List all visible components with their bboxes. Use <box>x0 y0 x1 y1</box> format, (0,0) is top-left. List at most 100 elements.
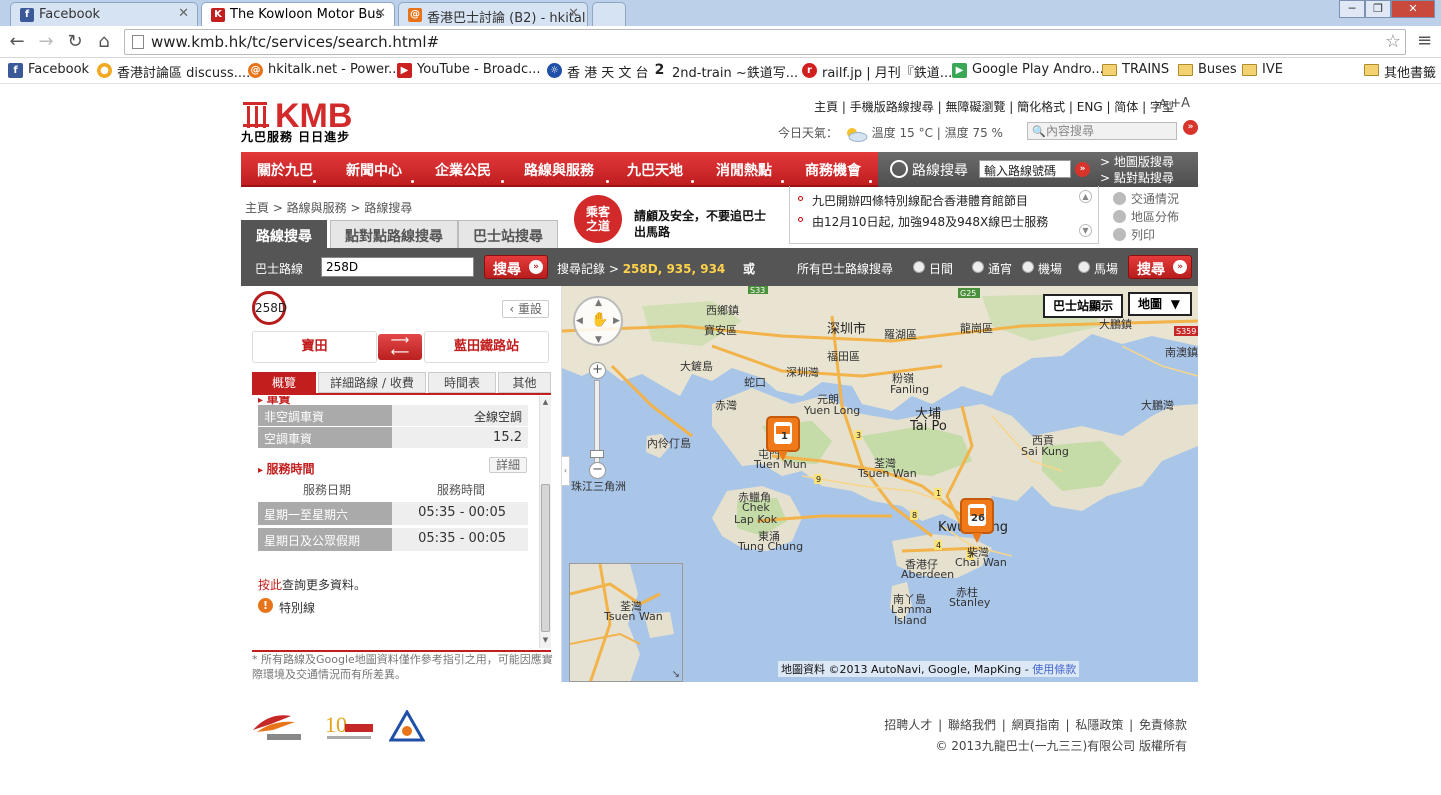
close-icon[interactable]: ✕ <box>375 6 386 21</box>
all-routes-search-button[interactable]: 搜尋 » <box>1128 255 1192 279</box>
new-tab-button[interactable] <box>592 2 626 26</box>
kmb-logo[interactable]: KMB <box>241 96 359 130</box>
footer-links[interactable]: 招聘人才 | 聯絡我們 | 網頁指南 | 私隱政策 | 免責條款 <box>884 716 1187 733</box>
news-item[interactable]: 九巴開辦四條特別線配合香港體育館節目 <box>812 192 1028 209</box>
origin-stop[interactable]: 寶田 <box>252 331 377 363</box>
site-search-go-button[interactable]: » <box>1183 120 1198 135</box>
bookmark-item[interactable]: ▶ Google Play Andro... <box>952 62 1104 78</box>
reload-icon[interactable]: ↻ <box>64 31 86 53</box>
maximize-icon[interactable]: ❐ <box>1365 0 1391 18</box>
font-smaller[interactable]: -A <box>1155 97 1166 110</box>
bookmark-folder[interactable]: Buses <box>1178 62 1237 77</box>
browser-tab-kmb[interactable]: K The Kowloon Motor Bus ✕ <box>201 2 395 26</box>
p2p-search-link[interactable]: > 點對點搜尋 <box>1100 170 1174 186</box>
zoom-in-icon[interactable]: + <box>589 362 606 379</box>
close-icon[interactable]: ✕ <box>178 6 189 21</box>
scroll-down-icon[interactable]: ▼ <box>540 636 551 644</box>
bookmark-star-icon[interactable]: ☆ <box>1385 31 1401 52</box>
destination-stop[interactable]: 藍田鐵路站 <box>424 331 549 363</box>
minimize-icon[interactable]: ─ <box>1339 0 1365 18</box>
nav-business[interactable]: 商務機會 <box>805 160 861 180</box>
nav-route-input[interactable]: 輸入路線號碼 <box>979 160 1071 178</box>
close-icon[interactable]: ✕ <box>568 6 579 21</box>
pan-up-icon[interactable]: ▲ <box>595 298 602 308</box>
map-search-link[interactable]: > 地圖版搜尋 <box>1100 154 1174 170</box>
route-map[interactable]: S33 G25 S359 3 9 1 8 4 7 西鄉鎮 寶安區 深圳市 羅湖區… <box>562 286 1198 682</box>
resize-corner-icon[interactable]: ↘ <box>672 669 680 680</box>
map-pan-control[interactable]: ▲ ▼ ◀ ▶ ✋ <box>573 296 623 346</box>
tab-others[interactable]: 其他 <box>498 372 551 393</box>
bookmark-item[interactable]: ● 香港討論區 discuss.... <box>97 62 250 81</box>
pan-left-icon[interactable]: ◀ <box>576 316 583 326</box>
route-search-button[interactable]: 搜尋 » <box>484 255 548 279</box>
news-item[interactable]: 由12月10日起, 加強948及948X線巴士服務 <box>812 213 1048 230</box>
print-link[interactable]: 列印 <box>1113 226 1179 244</box>
quality-award-logo[interactable] <box>389 710 425 744</box>
window-close-icon[interactable]: ✕ <box>1391 0 1435 18</box>
special-route[interactable]: ! 特別線 <box>258 598 315 616</box>
address-bar[interactable]: www.kmb.hk/tc/services/search.html# ☆ <box>124 29 1406 55</box>
other-bookmarks[interactable]: 其他書籤 <box>1364 62 1436 81</box>
zoom-out-icon[interactable]: − <box>589 462 606 479</box>
transport-international-logo[interactable] <box>251 710 307 744</box>
nav-kmb-world[interactable]: 九巴天地 <box>627 160 683 180</box>
bookmark-item[interactable]: @ hkitalk.net - Power... <box>248 62 401 78</box>
chevron-up-icon[interactable]: ▲ <box>1079 190 1092 203</box>
browser-tab-hkitalk[interactable]: @ 香港巴士討論 (B2) - hkital ✕ <box>398 2 588 26</box>
reset-button[interactable]: ‹ 重設 <box>502 300 549 318</box>
scroll-up-icon[interactable]: ▲ <box>540 398 551 406</box>
radio-overnight[interactable]: 通宵 <box>972 260 1012 277</box>
tab-p2p-search[interactable]: 點對點路線搜尋 <box>330 220 458 248</box>
tab-timetable[interactable]: 時間表 <box>428 372 496 393</box>
caring-company-logo[interactable]: 10 <box>323 710 375 744</box>
pan-down-icon[interactable]: ▼ <box>595 335 602 345</box>
nav-leisure[interactable]: 消閒熱點 <box>716 160 772 180</box>
breadcrumb[interactable]: 主頁 > 路線與服務 > 路線搜尋 <box>245 199 412 216</box>
tab-overview[interactable]: 概覽 <box>252 372 316 393</box>
pan-right-icon[interactable]: ▶ <box>613 316 620 326</box>
tab-route-search[interactable]: 路線搜尋 <box>241 220 327 248</box>
nav-about[interactable]: 關於九巴 <box>257 160 313 180</box>
detail-button[interactable]: 詳細 <box>488 457 527 473</box>
scroll-thumb[interactable] <box>541 484 550 632</box>
swap-direction-button[interactable]: ⟶ ⟵ <box>378 334 422 360</box>
show-stops-button[interactable]: 巴士站顯示 <box>1043 294 1124 318</box>
bookmark-item[interactable]: 2 2nd-train ~鉄道写... <box>652 62 798 81</box>
browser-tab-facebook[interactable]: f Facebook ✕ <box>10 2 198 26</box>
map-type-select[interactable]: 地圖 ▼ <box>1128 292 1192 316</box>
font-larger[interactable]: +A <box>1170 96 1190 111</box>
map-zoom-control[interactable]: + − <box>589 362 606 482</box>
bookmark-item[interactable]: ☼ 香 港 天 文 台 <box>547 62 649 81</box>
top-links[interactable]: 主頁 | 手機版路線搜尋 | 無障礙瀏覽 | 簡化格式 | ENG | 简体 |… <box>814 98 1174 115</box>
district-link[interactable]: 地區分佈 <box>1113 208 1179 226</box>
bookmark-item[interactable]: r railf.jp | 月刊『鉄道... <box>802 62 952 81</box>
info-scrollbar[interactable]: ▲ ▼ <box>539 396 551 648</box>
site-search-input[interactable]: 🔍 內容搜尋 <box>1027 122 1177 140</box>
bookmark-item[interactable]: f Facebook <box>8 62 89 78</box>
radio-airport[interactable]: 機場 <box>1022 260 1062 277</box>
back-icon[interactable]: ← <box>6 31 28 53</box>
traffic-link[interactable]: 交通情況 <box>1113 190 1179 208</box>
zoom-handle[interactable] <box>590 450 604 458</box>
more-info-link[interactable]: 按此 <box>258 578 282 592</box>
font-size-controls[interactable]: -A +A <box>1155 96 1190 111</box>
chevron-down-icon[interactable]: ▼ <box>1079 224 1092 237</box>
terms-of-use-link[interactable]: 使用條款 <box>1032 663 1076 676</box>
nav-routes[interactable]: 路線與服務 <box>524 160 594 180</box>
map-overview[interactable]: 荃灣 Tsuen Wan ↘ <box>569 563 683 682</box>
bus-route-input[interactable]: 258D <box>321 257 474 277</box>
tab-stop-search[interactable]: 巴士站搜尋 <box>458 220 558 248</box>
bookmark-folder[interactable]: IVE <box>1242 62 1283 77</box>
bookmark-folder[interactable]: TRAINS <box>1102 62 1169 77</box>
nav-route-go-button[interactable]: » <box>1075 162 1090 177</box>
menu-icon[interactable]: ≡ <box>1417 32 1433 50</box>
history-values[interactable]: 258D, 935, 934 <box>623 262 726 276</box>
bookmark-item[interactable]: ▶ YouTube - Broadc... <box>397 62 541 78</box>
forward-icon[interactable]: → <box>35 31 57 53</box>
tab-detail-route[interactable]: 詳細路線 / 收費 <box>318 372 426 393</box>
radio-racecourse[interactable]: 馬場 <box>1078 260 1118 277</box>
home-icon[interactable]: ⌂ <box>93 31 115 53</box>
nav-news[interactable]: 新聞中心 <box>346 160 402 180</box>
nav-csr[interactable]: 企業公民 <box>435 160 491 180</box>
collapse-panel-icon[interactable]: ‹ <box>562 456 570 486</box>
